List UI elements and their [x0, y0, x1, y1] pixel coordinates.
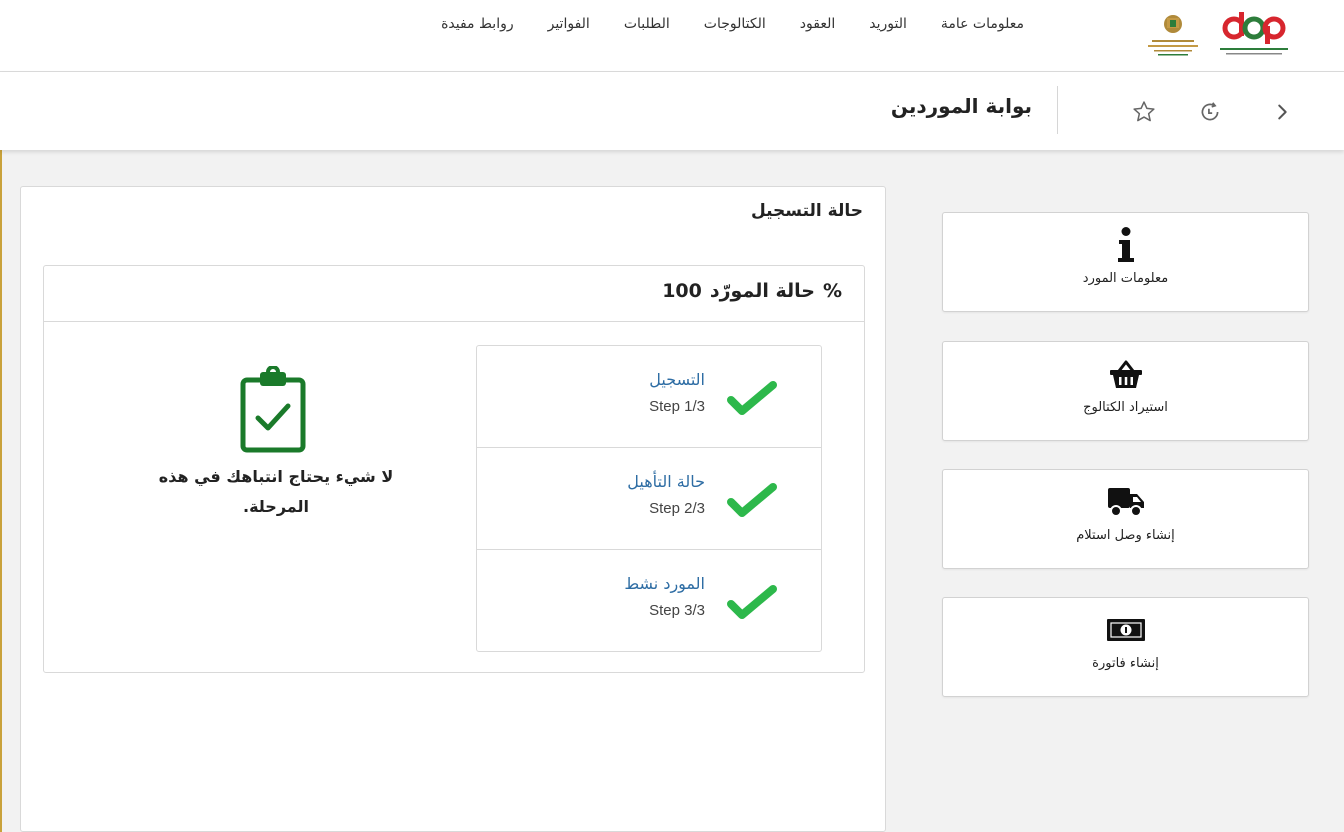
page-title: بوابة الموردين: [890, 94, 1032, 118]
create-receipt-card[interactable]: إنشاء وصل استلام: [942, 469, 1309, 569]
header-divider: [1057, 86, 1058, 134]
info-icon: [1106, 227, 1146, 263]
step-item: المورد نشط Step 3/3: [477, 550, 821, 652]
check-icon: [727, 585, 777, 619]
money-icon: [1106, 612, 1146, 648]
supplier-status-text: % حالة المورّد 100: [662, 280, 842, 302]
check-icon: [727, 381, 777, 415]
check-icon: [727, 483, 777, 517]
import-catalog-card[interactable]: استيراد الكتالوج: [942, 341, 1309, 441]
step-number: Step 2/3: [649, 500, 705, 517]
star-icon[interactable]: [1128, 96, 1160, 128]
nav-item-sourcing[interactable]: التوريد: [869, 16, 907, 40]
basket-icon: [1106, 356, 1146, 392]
registration-status-panel: حالة التسجيل % حالة المورّد 100 التسجيل …: [20, 186, 886, 832]
action-label: استيراد الكتالوج: [1083, 400, 1168, 415]
action-label: إنشاء فاتورة: [1092, 656, 1159, 671]
dgp-logo[interactable]: [1214, 10, 1294, 62]
portal-header-bar: بوابة الموردين: [0, 72, 1344, 150]
history-icon[interactable]: [1194, 96, 1226, 128]
nav-item-general-info[interactable]: معلومات عامة: [941, 16, 1024, 40]
step-item: حالة التأهيل Step 2/3: [477, 448, 821, 550]
step-title-registration[interactable]: التسجيل: [649, 370, 705, 389]
clipboard-check-icon: [240, 366, 306, 453]
nav-item-orders[interactable]: الطلبات: [624, 16, 670, 40]
truck-icon: [1106, 484, 1146, 520]
panel-title: حالة التسجيل: [750, 201, 863, 221]
action-label: معلومات المورد: [1082, 271, 1169, 286]
step-number: Step 3/3: [649, 602, 705, 619]
step-title-qualification[interactable]: حالة التأهيل: [627, 472, 705, 491]
nothing-needs-attention-message: لا شيء يحتاج انتباهك في هذه المرحلة.: [158, 467, 394, 516]
nav-item-useful-links[interactable]: روابط مفيدة: [441, 16, 514, 40]
main-nav-menu: معلومات عامة التوريد العقود الكتالوجات ا…: [441, 16, 1024, 40]
step-item: التسجيل Step 1/3: [477, 346, 821, 448]
nav-item-invoices[interactable]: الفواتير: [548, 16, 590, 40]
create-invoice-card[interactable]: إنشاء فاتورة: [942, 597, 1309, 697]
supplier-info-card[interactable]: معلومات المورد: [942, 212, 1309, 312]
supplier-status-box: % حالة المورّد 100 التسجيل Step 1/3 حالة…: [43, 265, 865, 673]
supplier-status-header: % حالة المورّد 100: [44, 266, 864, 322]
nav-item-catalogs[interactable]: الكتالوجات: [704, 16, 766, 40]
status-percent-sign: %: [822, 280, 842, 302]
registration-steps: التسجيل Step 1/3 حالة التأهيل Step 2/3 ا…: [476, 345, 822, 652]
nav-item-contracts[interactable]: العقود: [800, 16, 835, 40]
status-label: حالة المورّد: [709, 280, 815, 302]
status-value: 100: [662, 280, 702, 302]
logos: [1144, 10, 1294, 62]
uae-emblem-logo[interactable]: [1144, 10, 1202, 62]
top-navbar: معلومات عامة التوريد العقود الكتالوجات ا…: [0, 0, 1344, 72]
step-title-active-supplier[interactable]: المورد نشط: [624, 574, 705, 593]
chevron-right-icon[interactable]: [1266, 96, 1298, 128]
step-number: Step 1/3: [649, 398, 705, 415]
action-label: إنشاء وصل استلام: [1076, 528, 1175, 543]
